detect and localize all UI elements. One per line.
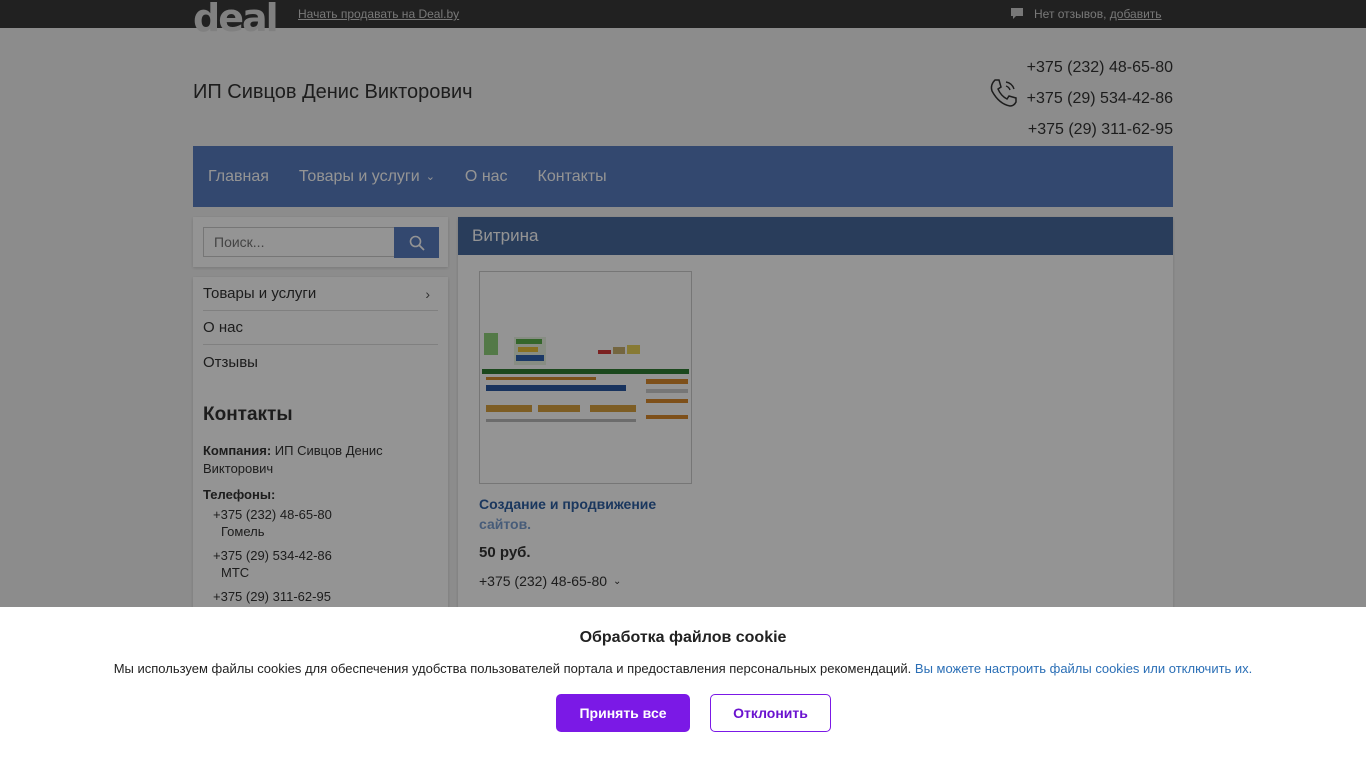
cookie-text: Мы используем файлы cookies для обеспече… <box>0 661 1366 676</box>
accept-all-button[interactable]: Принять все <box>556 694 690 732</box>
cookie-banner: Обработка файлов cookie Мы используем фа… <box>0 607 1366 768</box>
cookie-description: Мы используем файлы cookies для обеспече… <box>113 661 912 676</box>
cookie-settings-link[interactable]: Вы можете настроить файлы cookies или от… <box>915 661 1252 676</box>
decline-button[interactable]: Отклонить <box>710 694 831 732</box>
cookie-title: Обработка файлов cookie <box>579 629 787 646</box>
